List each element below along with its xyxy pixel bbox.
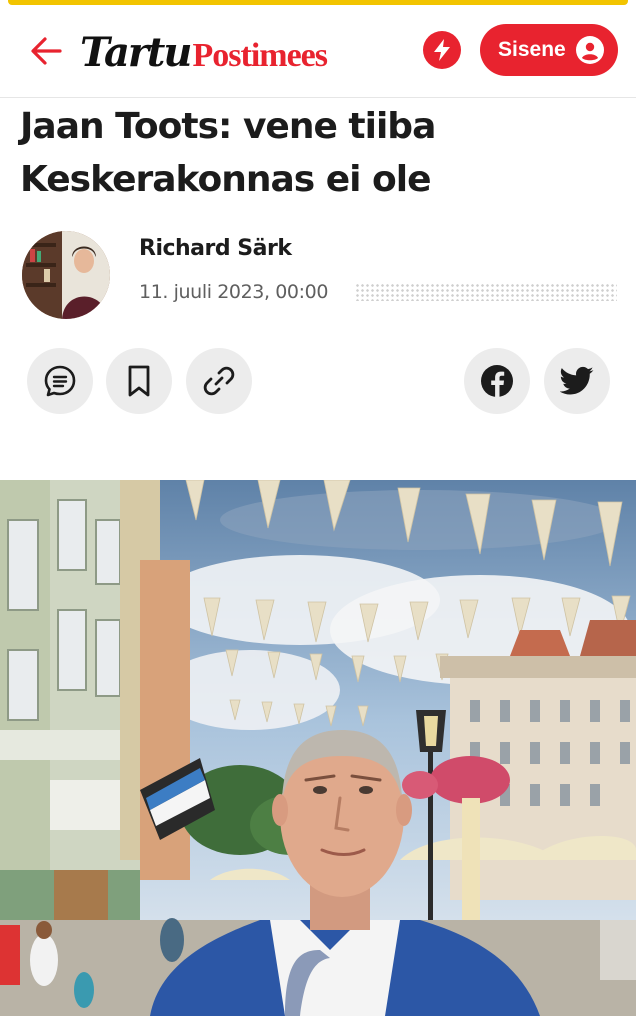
bookmark-icon [128,365,150,397]
user-icon [576,36,604,64]
author-name[interactable]: Richard Särk [139,236,292,261]
arrow-left-icon [31,37,62,65]
comments-button[interactable] [27,348,93,414]
copy-link-button[interactable] [186,348,252,414]
facebook-icon [481,365,513,397]
logo-tartu: Tartu [80,29,192,76]
article-date: 11. juuli 2023, 00:00 [139,281,329,303]
article-hero-image[interactable] [0,480,636,1016]
link-icon [203,366,235,396]
lightning-icon [434,39,450,61]
site-header: Tartu Postimees Sisene [0,5,636,98]
logo-postimees: Postimees [192,37,329,74]
share-facebook-button[interactable] [464,348,530,414]
author-avatar[interactable] [22,231,110,319]
flash-news-button[interactable] [423,31,461,69]
login-button[interactable]: Sisene [480,24,618,76]
site-logo[interactable]: Tartu Postimees [80,29,329,76]
back-button[interactable] [24,29,68,73]
article-headline: Jaan Toots: vene tiiba Keskerakonnas ei … [20,106,436,200]
comments-icon [44,365,76,397]
dotted-divider [355,283,617,301]
share-twitter-button[interactable] [544,348,610,414]
twitter-icon [560,366,594,395]
login-label: Sisene [498,38,566,61]
bookmark-button[interactable] [106,348,172,414]
